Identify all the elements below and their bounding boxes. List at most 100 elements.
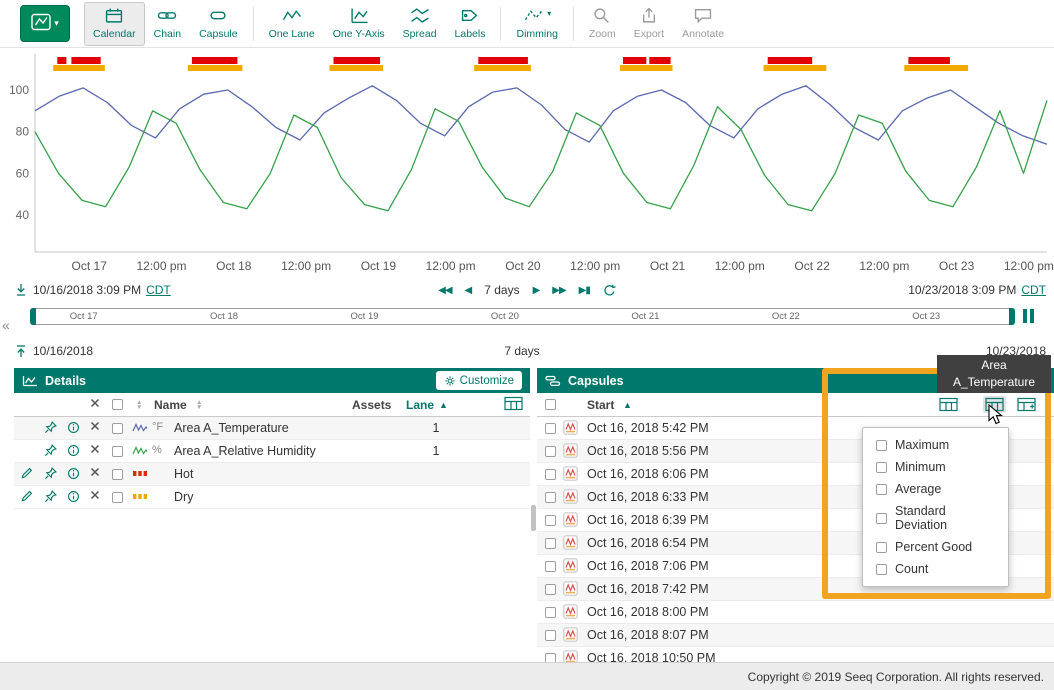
capsule-checkbox[interactable] (545, 492, 556, 503)
capsule-bar-dry[interactable] (904, 65, 968, 71)
column-assets[interactable]: Assets (352, 398, 391, 412)
capsule-bar-dry[interactable] (53, 65, 105, 71)
investigate-range-slider[interactable]: Oct 17Oct 18Oct 19Oct 20Oct 21Oct 22Oct … (30, 308, 1015, 325)
toolbar-item-chain[interactable]: Chain (145, 2, 190, 46)
pin-icon[interactable] (44, 467, 57, 480)
capsule-bar-hot[interactable] (192, 57, 238, 64)
info-icon[interactable] (67, 444, 80, 457)
remove-all-icon[interactable] (90, 398, 100, 408)
toolbar-item-one-lane[interactable]: One Lane (260, 2, 324, 46)
capsule-row[interactable]: Oct 16, 2018 8:07 PM (537, 624, 1054, 647)
refresh-icon[interactable] (603, 284, 616, 297)
capsule-bar-hot[interactable] (768, 57, 813, 64)
capsule-bar-dry[interactable] (620, 65, 673, 71)
step-back-full-button[interactable]: ◀◀ (438, 285, 451, 296)
remove-icon[interactable] (90, 467, 100, 477)
stat-checkbox[interactable] (876, 462, 887, 473)
capsule-bar-hot[interactable] (57, 57, 66, 64)
info-icon[interactable] (67, 490, 80, 503)
add-column-icon[interactable] (502, 395, 525, 412)
resize-handle[interactable] (531, 505, 536, 531)
stats-menu-item-percent-good[interactable]: Percent Good (863, 536, 1008, 558)
stats-menu-item-maximum[interactable]: Maximum (863, 434, 1008, 456)
capsule-bar-hot[interactable] (649, 57, 670, 64)
trend-chart[interactable]: 100806040Oct 1712:00 pmOct 1812:00 pmOct… (0, 48, 1054, 282)
stat-checkbox[interactable] (876, 513, 887, 524)
capsule-checkbox[interactable] (545, 538, 556, 549)
capsule-checkbox[interactable] (545, 561, 556, 572)
stats-menu-item-standard-deviation[interactable]: Standard Deviation (863, 500, 1008, 536)
details-row[interactable]: °FArea A_Temperature1 (14, 417, 530, 440)
capsule-checkbox[interactable] (545, 446, 556, 457)
toolbar-item-labels[interactable]: Labels (446, 2, 495, 46)
timezone-link[interactable]: CDT (1021, 283, 1046, 297)
toolbar-item-spread[interactable]: Spread (394, 2, 446, 46)
series-Area-A_Relative-Humidity[interactable] (35, 100, 1047, 210)
toolbar-item-dimming[interactable]: ▾Dimming (507, 2, 566, 46)
add-capsule-column-icon[interactable] (1015, 396, 1038, 413)
edit-icon[interactable] (20, 467, 33, 480)
sort-icon[interactable]: ▲▼ (136, 401, 142, 410)
capsule-checkbox[interactable] (545, 607, 556, 618)
details-row[interactable]: Dry (14, 486, 530, 509)
toolbar-item-one-y-axis[interactable]: One Y-Axis (324, 2, 394, 46)
select-all-capsules-checkbox[interactable] (545, 399, 556, 410)
capsule-bar-hot[interactable] (334, 57, 381, 64)
capsule-row[interactable]: Oct 16, 2018 10:50 PM (537, 647, 1054, 662)
stats-menu-item-minimum[interactable]: Minimum (863, 456, 1008, 478)
pin-icon[interactable] (44, 490, 57, 503)
timeline-bars-icon[interactable] (1023, 309, 1034, 323)
capsule-bar-hot[interactable] (908, 57, 950, 64)
column-lane[interactable]: Lane (406, 398, 434, 412)
info-icon[interactable] (67, 421, 80, 434)
stats-columns-icon[interactable] (983, 396, 1006, 413)
pin-icon[interactable] (44, 444, 57, 457)
toolbar-item-zoom[interactable]: Zoom (580, 2, 625, 46)
step-to-end-button[interactable]: ▶▮ (579, 285, 590, 296)
stat-checkbox[interactable] (876, 542, 887, 553)
capsule-grid-icon[interactable] (937, 396, 960, 413)
capsule-checkbox[interactable] (545, 584, 556, 595)
stat-checkbox[interactable] (876, 484, 887, 495)
sort-icon[interactable]: ▲▼ (196, 401, 202, 410)
collapse-panel-chevron[interactable]: « (2, 317, 10, 333)
capsule-bar-dry[interactable] (330, 65, 384, 71)
row-checkbox[interactable] (112, 423, 123, 434)
step-back-button[interactable]: ◀ (465, 285, 472, 296)
capsule-bar-dry[interactable] (764, 65, 827, 71)
stats-menu-item-count[interactable]: Count (863, 558, 1008, 580)
capsule-bar-dry[interactable] (474, 65, 531, 71)
capsule-checkbox[interactable] (545, 630, 556, 641)
capsule-bar-hot[interactable] (71, 57, 100, 64)
arrow-down-to-line-icon[interactable] (14, 283, 28, 297)
capsule-checkbox[interactable] (545, 423, 556, 434)
pin-icon[interactable] (44, 421, 57, 434)
item-name[interactable]: Hot (174, 467, 193, 481)
item-name[interactable]: Area A_Relative Humidity (174, 444, 316, 458)
step-forward-full-button[interactable]: ▶▶ (552, 285, 565, 296)
capsule-checkbox[interactable] (545, 515, 556, 526)
toolbar-item-annotate[interactable]: Annotate (673, 2, 733, 46)
series-Area-A_Temperature[interactable] (35, 86, 1047, 144)
view-selector-button[interactable]: ▾ (20, 5, 70, 42)
details-row[interactable]: Hot (14, 463, 530, 486)
column-start[interactable]: Start (587, 398, 614, 412)
toolbar-item-export[interactable]: Export (625, 2, 673, 46)
panel-resizer[interactable] (530, 368, 537, 662)
capsule-checkbox[interactable] (545, 653, 556, 662)
info-icon[interactable] (67, 467, 80, 480)
slider-left-handle[interactable] (30, 308, 36, 325)
step-forward-button[interactable]: ▶ (533, 285, 540, 296)
remove-icon[interactable] (90, 421, 100, 431)
remove-icon[interactable] (90, 490, 100, 500)
item-name[interactable]: Area A_Temperature (174, 421, 289, 435)
timezone-link[interactable]: CDT (146, 283, 171, 297)
row-checkbox[interactable] (112, 492, 123, 503)
customize-button[interactable]: Customize (436, 371, 522, 390)
capsule-row[interactable]: Oct 16, 2018 8:00 PM (537, 601, 1054, 624)
toolbar-item-capsule[interactable]: Capsule (190, 2, 247, 46)
range-duration[interactable]: 7 days (484, 283, 519, 297)
edit-icon[interactable] (20, 490, 33, 503)
select-all-checkbox[interactable] (112, 399, 123, 410)
column-name[interactable]: Name (154, 398, 187, 412)
